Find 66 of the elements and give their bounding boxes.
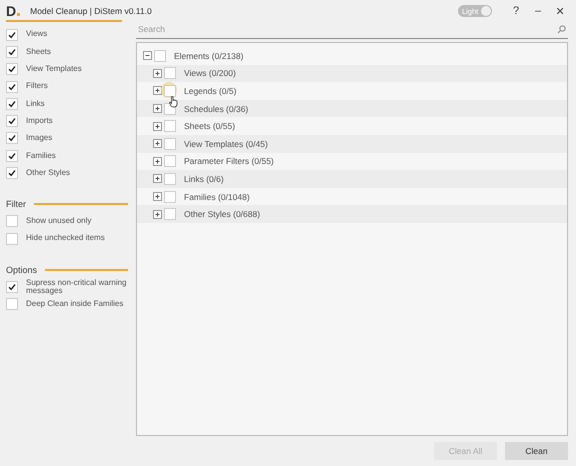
expand-icon[interactable]	[153, 174, 162, 184]
checkbox-label: Families	[26, 152, 56, 160]
checkbox[interactable]	[164, 138, 176, 150]
section-title: Options	[6, 264, 38, 275]
tree-item-label[interactable]: Schedules (0/36)	[184, 104, 248, 114]
search-field[interactable]: Search	[136, 24, 557, 34]
checkbox[interactable]	[6, 280, 18, 293]
checkbox[interactable]	[164, 172, 176, 185]
checkbox-label: Sheets	[26, 48, 51, 56]
expand-icon[interactable]	[153, 68, 162, 78]
checkbox[interactable]	[164, 120, 176, 132]
checkbox[interactable]	[6, 232, 18, 245]
checkbox[interactable]	[6, 167, 18, 180]
checkbox-label: Other Styles	[26, 168, 70, 178]
tree-item-label[interactable]: Parameter Filters (0/55)	[184, 156, 274, 166]
checkbox[interactable]	[164, 67, 176, 80]
tree-item-label[interactable]: Families (0/1048)	[184, 192, 250, 202]
window-title: Model Cleanup | DiStem v0.11.0	[30, 6, 152, 16]
tree-item-label[interactable]: Elements (0/2138)	[174, 50, 244, 61]
checkbox-label: Supress non-critical warning messages	[26, 278, 128, 296]
checkbox[interactable]	[164, 208, 176, 220]
checkbox[interactable]	[6, 28, 18, 41]
expand-icon[interactable]	[153, 210, 162, 219]
checkbox-label: View Templates	[26, 65, 82, 74]
checkbox-label: Views	[26, 30, 48, 39]
checkbox-label: Hide unchecked items	[26, 234, 105, 243]
expand-icon[interactable]	[153, 104, 162, 114]
collapse-icon[interactable]	[143, 51, 152, 60]
checkbox[interactable]	[6, 98, 18, 110]
expand-icon[interactable]	[153, 122, 162, 131]
clean-button[interactable]: Clean	[505, 442, 568, 460]
minimize-button[interactable]: –	[528, 5, 548, 17]
checkbox-label: Links	[26, 100, 45, 108]
expand-icon[interactable]	[153, 192, 162, 202]
tree-item-label[interactable]: Views (0/200)	[184, 68, 236, 78]
checkbox[interactable]	[164, 84, 176, 97]
checkbox[interactable]	[164, 155, 176, 168]
checkbox-label: Filters	[26, 82, 48, 91]
checkbox[interactable]	[6, 80, 18, 93]
section-title: Filter	[6, 199, 26, 210]
checkbox[interactable]	[6, 46, 18, 58]
checkbox[interactable]	[6, 115, 18, 128]
checkbox-label: Show unused only	[26, 217, 92, 226]
checkbox[interactable]	[6, 215, 18, 228]
checkbox[interactable]	[154, 50, 166, 62]
tree-item-label[interactable]: Sheets (0/55)	[184, 121, 236, 132]
checkbox[interactable]	[6, 298, 18, 310]
hand-cursor-icon	[169, 96, 178, 108]
help-button[interactable]: ?	[506, 5, 526, 17]
tree-item-label[interactable]: Legends (0/5)	[184, 86, 236, 96]
checkbox-label: Images	[26, 134, 52, 143]
checkbox[interactable]	[164, 190, 176, 203]
tree-item-label[interactable]: Other Styles (0/688)	[184, 209, 260, 220]
checkbox[interactable]	[6, 63, 18, 76]
search-icon[interactable]	[557, 24, 566, 34]
expand-icon[interactable]	[153, 156, 162, 166]
tree-item-label[interactable]: View Templates (0/45)	[184, 138, 268, 149]
checkbox-label: Deep Clean inside Families	[26, 300, 124, 308]
tree-item-label[interactable]: Links (0/6)	[184, 174, 224, 184]
close-button[interactable]: ✕	[550, 4, 570, 18]
checkbox[interactable]	[6, 150, 18, 162]
checkbox[interactable]	[6, 132, 18, 144]
expand-icon[interactable]	[153, 139, 162, 148]
checkbox-label: Imports	[26, 116, 53, 126]
app-logo: D	[6, 3, 20, 19]
expand-icon[interactable]	[153, 86, 162, 96]
